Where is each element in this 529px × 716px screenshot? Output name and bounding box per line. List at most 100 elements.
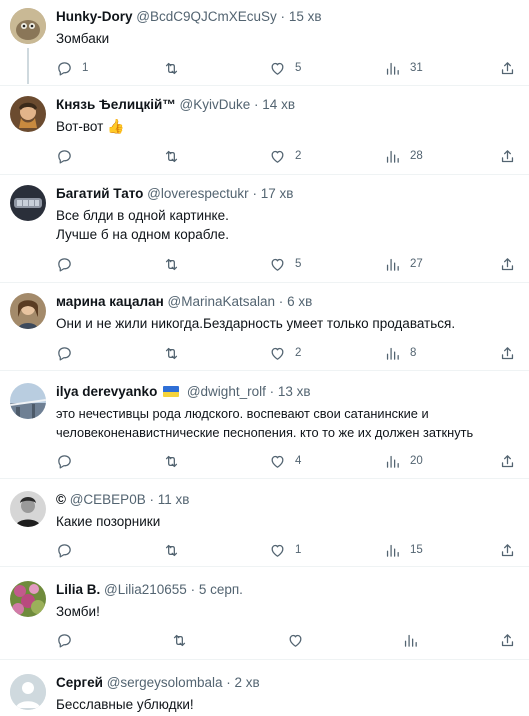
reply-tweet[interactable]: Lilia B. @Lilia210655 · 5 серп. Зомби! (0, 567, 529, 660)
retweet-button[interactable] (163, 254, 180, 274)
share-icon (501, 346, 514, 359)
reply-tweet[interactable]: марина кацалан @MarinaKatsalan · 6 хв Он… (0, 283, 529, 371)
avatar[interactable] (10, 96, 46, 132)
reply-tweet[interactable]: © @СЕВЕР0В · 11 хв Какие позорники 1 15 (0, 479, 529, 567)
retweet-icon (165, 150, 178, 162)
tweet-text: Зомби! (56, 602, 519, 621)
views-button[interactable]: 31 (384, 58, 423, 78)
avatar[interactable] (10, 383, 46, 419)
username[interactable]: @СЕВЕР0В (70, 492, 146, 507)
retweet-button[interactable] (163, 540, 180, 560)
like-button[interactable]: 4 (269, 451, 301, 471)
reply-button[interactable] (56, 254, 82, 274)
views-button[interactable] (402, 630, 419, 650)
views-button[interactable]: 8 (384, 343, 416, 363)
views-button[interactable]: 15 (384, 540, 423, 560)
timestamp[interactable]: 2 хв (235, 675, 260, 690)
views-button[interactable]: 28 (384, 146, 423, 166)
default-avatar-icon (10, 674, 46, 710)
views-button[interactable]: 27 (384, 254, 423, 274)
display-name[interactable]: Князь Ѣелицкій™ (56, 97, 176, 112)
display-name[interactable]: марина кацалан (56, 294, 164, 309)
reply-button[interactable]: 1 (56, 58, 88, 78)
retweet-button[interactable] (171, 630, 188, 650)
share-button[interactable] (499, 146, 516, 166)
action-bar: 2 28 (56, 146, 529, 166)
username[interactable]: @loverespectukr (147, 186, 249, 201)
retweet-button[interactable] (163, 343, 180, 363)
username[interactable]: @dwight_rolf (187, 384, 266, 399)
display-name[interactable]: Hunky-Dory (56, 9, 133, 24)
timestamp[interactable]: 13 хв (278, 384, 311, 399)
display-name[interactable]: ilya derevyanko (56, 384, 157, 399)
reply-button[interactable] (56, 451, 82, 471)
timestamp[interactable]: 5 серп. (199, 582, 243, 597)
like-button[interactable]: 5 (269, 58, 301, 78)
tweet-text: это нечестивцы рода людского. воспевают … (56, 404, 519, 442)
display-name[interactable]: Lilia B. (56, 582, 100, 597)
username[interactable]: @BcdC9QJCmXEcuSy (136, 9, 277, 24)
tweet-header: марина кацалан @MarinaKatsalan · 6 хв (56, 293, 519, 311)
like-button[interactable]: 5 (269, 254, 301, 274)
reply-tweet[interactable]: Hunky-Dory @BcdC9QJCmXEcuSy · 15 хв Зомб… (0, 0, 529, 86)
avatar[interactable] (10, 581, 46, 617)
tweet-header: © @СЕВЕР0В · 11 хв (56, 491, 519, 509)
tweet-text: Бесславные ублюдки! (56, 695, 519, 714)
reply-tweet[interactable]: Сергей @sergeysolombala · 2 хв Бесславны… (0, 660, 529, 716)
avatar[interactable] (10, 491, 46, 527)
share-button[interactable] (499, 540, 516, 560)
reply-button[interactable] (56, 146, 82, 166)
display-name[interactable]: © (56, 492, 66, 507)
reply-tweet[interactable]: Багатий Тато @loverespectukr · 17 хв Все… (0, 175, 529, 283)
display-name[interactable]: Багатий Тато (56, 186, 143, 201)
username[interactable]: @sergeysolombala (107, 675, 223, 690)
like-count: 2 (295, 150, 302, 162)
views-button[interactable]: 20 (384, 451, 423, 471)
views-chart-icon (386, 455, 399, 468)
reply-button[interactable] (56, 630, 73, 650)
tweet-header: Hunky-Dory @BcdC9QJCmXEcuSy · 15 хв (56, 8, 519, 26)
heart-icon (271, 150, 284, 163)
username[interactable]: @MarinaKatsalan (168, 294, 276, 309)
timestamp[interactable]: 11 хв (158, 492, 190, 507)
retweet-button[interactable] (163, 146, 180, 166)
display-name[interactable]: Сергей (56, 675, 103, 690)
reply-icon (58, 633, 71, 648)
like-button[interactable] (287, 630, 304, 650)
reply-icon (58, 257, 71, 272)
reply-icon (58, 61, 71, 76)
heart-icon (289, 634, 302, 647)
timestamp[interactable]: 17 хв (261, 186, 294, 201)
separator-dot: · (269, 384, 275, 399)
reply-button[interactable] (56, 540, 82, 560)
share-button[interactable] (499, 630, 516, 650)
username[interactable]: @Lilia210655 (104, 582, 187, 597)
share-button[interactable] (499, 343, 516, 363)
reply-tweet[interactable]: ilya derevyanko @dwight_rolf · 13 хв это… (0, 371, 529, 479)
avatar[interactable] (10, 293, 46, 329)
share-button[interactable] (499, 58, 516, 78)
like-button[interactable]: 1 (269, 540, 301, 560)
like-button[interactable]: 2 (269, 343, 301, 363)
reply-icon (58, 454, 71, 469)
tweet-text-line: Лучше б на одном корабле. (56, 227, 230, 242)
retweet-button[interactable] (163, 58, 180, 78)
share-icon (501, 149, 514, 162)
timestamp[interactable]: 14 хв (262, 97, 295, 112)
avatar[interactable] (10, 674, 46, 710)
timestamp[interactable]: 6 хв (287, 294, 312, 309)
share-button[interactable] (499, 254, 516, 274)
share-button[interactable] (499, 451, 516, 471)
avatar[interactable] (10, 185, 46, 221)
action-bar: 5 27 (56, 254, 529, 274)
like-button[interactable]: 2 (269, 146, 301, 166)
reply-button[interactable] (56, 343, 82, 363)
share-icon (501, 257, 514, 270)
avatar[interactable] (10, 8, 46, 44)
username[interactable]: @KyivDuke (180, 97, 251, 112)
reply-tweet[interactable]: Князь Ѣелицкій™ @KyivDuke · 14 хв Вот-во… (0, 86, 529, 175)
action-bar: 1 15 (56, 540, 529, 560)
retweet-button[interactable] (163, 451, 180, 471)
tweet-text-line: Вот-вот (56, 119, 104, 134)
timestamp[interactable]: 15 хв (289, 9, 322, 24)
